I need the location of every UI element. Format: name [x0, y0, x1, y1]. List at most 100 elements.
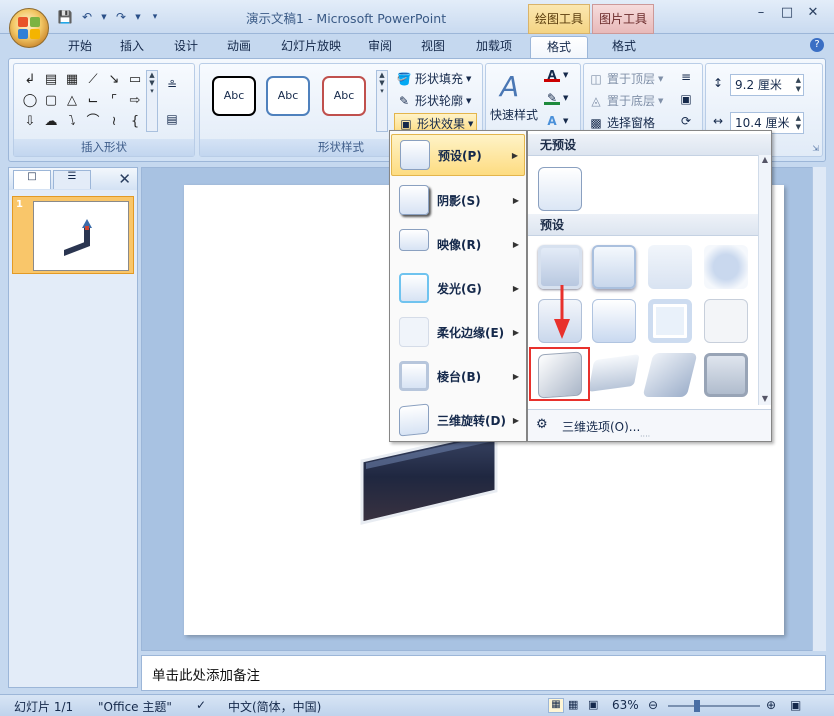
send-to-back-button[interactable]: ◬ 置于底层 ▼	[588, 92, 663, 109]
height-spin-icon[interactable]: ▲ ▼	[796, 76, 801, 94]
undo-icon[interactable]: ↶	[78, 9, 96, 25]
slides-tab-icon[interactable]: □	[13, 170, 51, 189]
scroll-down-icon[interactable]: ▼	[759, 394, 771, 403]
fit-to-window-icon[interactable]: ▣	[790, 698, 801, 712]
rounded-rectangle-icon[interactable]: ▢	[41, 91, 61, 111]
tab-design[interactable]: 设计	[166, 36, 206, 58]
tab-view[interactable]: 视图	[413, 36, 453, 58]
oval-icon[interactable]: ◯	[20, 91, 40, 111]
style-sample-red[interactable]: Abc	[322, 76, 366, 116]
right-arrow-shape-icon[interactable]: ⇨	[125, 91, 145, 111]
menu-item-preset[interactable]: 预设(P) ▶	[391, 134, 525, 176]
slide-sorter-icon[interactable]: ▦	[568, 698, 578, 711]
tab-home[interactable]: 开始	[60, 36, 100, 58]
outline-tab-icon[interactable]: ☰	[53, 170, 91, 189]
shape-fill-button[interactable]: 🪣 形状填充 ▼	[396, 70, 472, 87]
curve-icon[interactable]: ≀	[104, 112, 124, 132]
vertical-scrollbar[interactable]	[812, 167, 826, 651]
preset-none[interactable]	[538, 167, 582, 211]
brace-icon[interactable]: {	[125, 112, 145, 132]
arc-icon[interactable]: ⌒	[83, 112, 103, 132]
scroll-up-icon[interactable]: ▲	[759, 155, 771, 164]
line-icon[interactable]: ⟋	[83, 70, 103, 90]
menu-item-bevel[interactable]: 棱台(B) ▶	[391, 355, 525, 397]
preset-4[interactable]	[704, 245, 748, 289]
menu-item-glow[interactable]: 发光(G) ▶	[391, 267, 525, 309]
height-field[interactable]: 9.2 厘米 ▲ ▼	[730, 74, 804, 96]
wordart-a-icon[interactable]: A	[500, 70, 519, 103]
preset-3[interactable]	[648, 245, 692, 289]
size-dialog-launcher-icon[interactable]: ⇲	[812, 144, 819, 153]
slide-thumbnail-selected[interactable]: 1	[12, 196, 134, 274]
3d-options-row[interactable]: ⚙ 三维选项(O)... ····	[528, 409, 771, 441]
zoom-level[interactable]: 63%	[612, 698, 639, 712]
text-outline-icon[interactable]: ✎ ▼	[544, 91, 568, 105]
cloud-icon[interactable]: ☁	[41, 112, 61, 132]
customize-qat-icon[interactable]: ▾	[146, 9, 164, 25]
preset-2[interactable]	[592, 245, 636, 289]
down-arrow-shape-icon[interactable]: ⇩	[20, 112, 40, 132]
preset-7[interactable]	[648, 299, 692, 343]
close-window-icon[interactable]: ✕	[800, 5, 826, 25]
zoom-out-icon[interactable]: ⊖	[648, 698, 658, 712]
tab-format-drawing[interactable]: 格式	[530, 36, 588, 58]
shapes-gallery-scroll[interactable]: ▲ ▼ ▾	[146, 70, 158, 132]
elbow-connector-icon[interactable]: ⌙	[83, 91, 103, 111]
styles-gallery-scroll[interactable]: ▲ ▼ ▾	[376, 70, 388, 132]
group-icon[interactable]: ▣	[678, 92, 694, 106]
help-icon[interactable]: ?	[810, 38, 824, 52]
menu-item-3d-rotation[interactable]: 三维旋转(D) ▶	[391, 399, 525, 441]
zoom-slider-track[interactable]	[668, 705, 760, 707]
shape-outline-button[interactable]: ✎ 形状轮廓 ▼	[396, 92, 471, 109]
menu-item-reflection[interactable]: 映像(R) ▶	[391, 223, 525, 265]
rectangle-icon[interactable]: ▭	[125, 70, 145, 90]
theme-name[interactable]: "Office 主题"	[98, 698, 172, 715]
redo-dropdown-icon[interactable]: ▼	[134, 9, 142, 25]
tab-slideshow[interactable]: 幻灯片放映	[276, 36, 346, 58]
tab-format-picture[interactable]: 格式	[596, 36, 652, 58]
style-sample-blue[interactable]: Abc	[266, 76, 310, 116]
width-spin-icon[interactable]: ▲ ▼	[796, 114, 801, 132]
slideshow-view-icon[interactable]: ▣	[588, 698, 598, 711]
resize-grip-icon[interactable]: ····	[640, 432, 650, 441]
zoom-slider-thumb[interactable]	[694, 700, 700, 712]
align-icon[interactable]: ≡	[678, 70, 694, 84]
quick-styles-button[interactable]: 快速样式	[490, 106, 538, 123]
textbox-insert-icon[interactable]: ▤	[164, 112, 180, 126]
office-button[interactable]	[9, 8, 49, 48]
vertical-textbox-icon[interactable]: ▦	[62, 70, 82, 90]
normal-view-icon[interactable]: ▦	[548, 698, 564, 713]
restore-icon[interactable]: □	[774, 5, 800, 25]
zoom-in-icon[interactable]: ⊕	[766, 698, 776, 712]
elbow-connector-2-icon[interactable]: ⌜	[104, 91, 124, 111]
spellcheck-icon[interactable]: ✓	[196, 698, 206, 712]
language-indicator[interactable]: 中文(简体，中国)	[228, 698, 321, 715]
undo-dropdown-icon[interactable]: ▼	[100, 9, 108, 25]
elbow-arrow-icon[interactable]: ↲	[20, 70, 40, 90]
menu-item-shadow[interactable]: 阴影(S) ▶	[391, 179, 525, 221]
tab-review[interactable]: 审阅	[360, 36, 400, 58]
triangle-icon[interactable]: △	[62, 91, 82, 111]
rotate-icon[interactable]: ⟳	[678, 114, 694, 128]
redo-icon[interactable]: ↷	[112, 9, 130, 25]
lightning-icon[interactable]: ⭝	[62, 112, 82, 132]
preset-6[interactable]	[592, 299, 636, 343]
arrow-line-icon[interactable]: ↘	[104, 70, 124, 90]
text-fill-icon[interactable]: A ▼	[544, 68, 568, 82]
preset-10[interactable]	[588, 354, 640, 392]
preset-11[interactable]	[642, 353, 698, 397]
tab-addins[interactable]: 加载项	[469, 36, 519, 58]
preset-12[interactable]	[704, 353, 748, 397]
style-sample-black[interactable]: Abc	[212, 76, 256, 116]
notes-pane[interactable]: 单击此处添加备注	[141, 655, 826, 691]
menu-item-soft-edges[interactable]: 柔化边缘(E) ▶	[391, 311, 525, 353]
text-effects-icon[interactable]: A ▼	[544, 114, 568, 128]
selection-pane-button[interactable]: ▩ 选择窗格	[588, 114, 655, 131]
tab-insert[interactable]: 插入	[112, 36, 152, 58]
tab-animation[interactable]: 动画	[219, 36, 259, 58]
bring-to-front-button[interactable]: ◫ 置于顶层 ▼	[588, 70, 663, 87]
minimize-icon[interactable]: –	[748, 5, 774, 25]
save-icon[interactable]: 💾	[56, 9, 74, 25]
close-pane-icon[interactable]: ✕	[118, 170, 131, 188]
preset-8[interactable]	[704, 299, 748, 343]
